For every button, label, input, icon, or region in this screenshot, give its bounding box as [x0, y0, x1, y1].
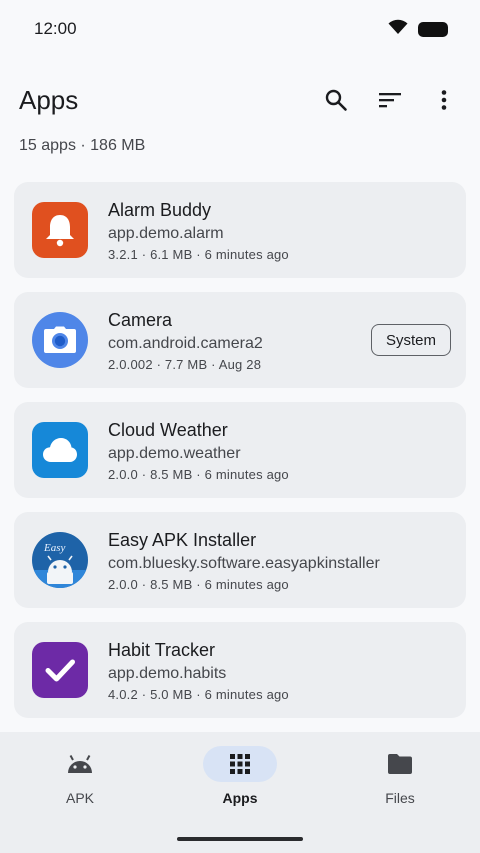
app-meta: 2.0.0 · 8.5 MB · 6 minutes ago — [108, 466, 289, 482]
app-bar: Apps — [0, 76, 480, 124]
nav-item-apps[interactable]: Apps — [160, 732, 320, 853]
camera-icon — [32, 312, 88, 368]
apps-summary: 15 apps · 186 MB — [19, 137, 146, 154]
app-card-habit-tracker[interactable]: Habit Tracker app.demo.habits 4.0.2 · 5.… — [14, 622, 466, 718]
app-name: Alarm Buddy — [108, 199, 212, 220]
folder-icon — [388, 754, 412, 774]
status-time: 12:00 — [34, 19, 77, 38]
wifi-icon — [388, 19, 408, 40]
app-package: app.demo.weather — [108, 444, 241, 462]
icon-lettering: Easy — [43, 542, 66, 554]
nav-label: Apps — [222, 790, 258, 806]
app-meta: 2.0.002 · 7.7 MB · Aug 28 — [108, 356, 262, 372]
app-name: Cloud Weather — [108, 419, 228, 440]
app-meta: 4.0.2 · 5.0 MB · 6 minutes ago — [108, 686, 289, 702]
app-name: Easy APK Installer — [108, 529, 257, 550]
battery-icon — [418, 21, 448, 37]
app-card-easy-apk-installer[interactable]: Easy Easy APK Installer com.bluesky.soft… — [14, 512, 466, 608]
app-card-camera[interactable]: Camera com.android.camera2 2.0.002 · 7.7… — [14, 292, 466, 388]
cloud-icon — [32, 422, 88, 478]
app-package: com.bluesky.software.easyapkinstaller — [108, 554, 380, 572]
app-meta: 2.0.0 · 8.5 MB · 6 minutes ago — [108, 576, 289, 592]
nav-item-apk[interactable]: APK — [0, 732, 160, 853]
grid-icon — [230, 754, 250, 774]
sort-button[interactable] — [366, 78, 414, 122]
nav-item-files[interactable]: Files — [320, 732, 480, 853]
nav-label: Files — [385, 790, 415, 806]
search-button[interactable] — [312, 78, 360, 122]
app-meta: 3.2.1 · 6.1 MB · 6 minutes ago — [108, 246, 289, 262]
more-options-button[interactable] — [420, 78, 468, 122]
search-icon — [325, 89, 347, 111]
bell-icon — [32, 202, 88, 258]
nav-label: APK — [65, 790, 94, 806]
page-title: Apps — [19, 84, 79, 115]
app-card-cloud-weather[interactable]: Cloud Weather app.demo.weather 2.0.0 · 8… — [14, 402, 466, 498]
nav-pill-active — [203, 746, 277, 782]
check-icon — [32, 642, 88, 698]
app-package: app.demo.alarm — [108, 224, 224, 242]
home-indicator[interactable] — [177, 837, 303, 841]
app-package: app.demo.habits — [108, 664, 227, 682]
app-name: Habit Tracker — [108, 639, 216, 660]
status-bar: 12:00 — [0, 0, 480, 58]
nav-pill — [363, 746, 437, 782]
android-installer-icon: Easy — [32, 532, 88, 588]
app-card-alarm-buddy[interactable]: Alarm Buddy app.demo.alarm 3.2.1 · 6.1 M… — [14, 182, 466, 278]
status-icons — [388, 19, 448, 40]
system-badge: System — [370, 324, 451, 356]
app-list: Alarm Buddy app.demo.alarm 3.2.1 · 6.1 M… — [14, 182, 466, 732]
bottom-navigation: APK Apps Files — [0, 732, 480, 853]
more-vert-icon — [441, 90, 447, 110]
sort-icon — [379, 93, 401, 108]
nav-pill — [43, 746, 117, 782]
android-icon — [68, 755, 92, 773]
